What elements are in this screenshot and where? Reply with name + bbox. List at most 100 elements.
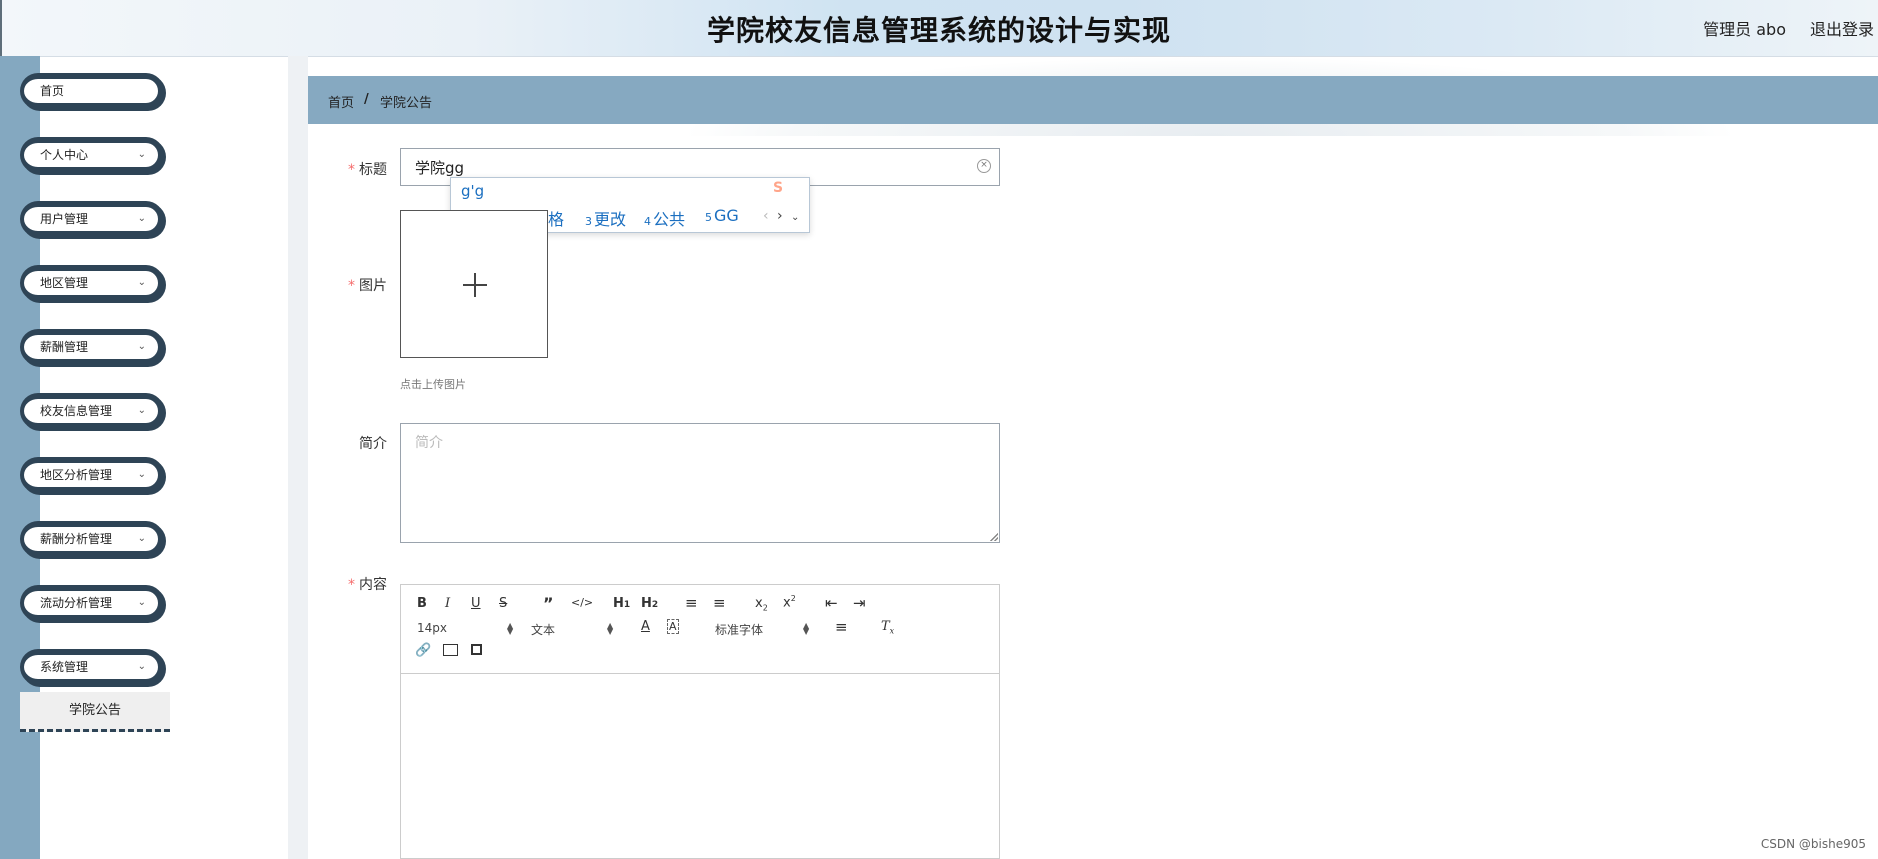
chevron-down-icon: ⌄: [137, 341, 146, 352]
sidebar-item-label: 首页: [40, 84, 65, 98]
sidebar-item-label: 用户管理: [40, 212, 89, 226]
app-title: 学院校友信息管理系统的设计与实现: [706, 14, 1171, 47]
image-upload-button[interactable]: [400, 210, 548, 358]
ime-candidate-number: 5: [705, 211, 712, 224]
italic-icon[interactable]: I: [445, 596, 450, 611]
bullet-list-icon[interactable]: ≡: [713, 594, 726, 612]
chevron-down-icon: ⌄: [137, 597, 146, 608]
chevron-down-icon: ⌄: [137, 213, 146, 224]
code-block-icon[interactable]: </>: [571, 596, 593, 609]
breadcrumb: 首页 / 学院公告: [308, 76, 1878, 124]
sidebar-item-user-management[interactable]: 用户管理 ⌄: [20, 201, 164, 237]
sidebar-item-label: 个人中心: [40, 148, 89, 162]
sidebar-item-label: 流动分析管理: [40, 596, 113, 610]
sidebar-item-salary-analysis[interactable]: 薪酬分析管理 ⌄: [20, 521, 164, 557]
header: 学院校友信息管理系统的设计与实现 管理员 abo 退出登录: [0, 0, 1878, 57]
breadcrumb-home[interactable]: 首页: [328, 92, 354, 111]
ordered-list-icon[interactable]: ≡: [685, 594, 698, 612]
sidebar-item-personal-center[interactable]: 个人中心 ⌄: [20, 137, 164, 173]
image-label-text: 图片: [359, 278, 387, 294]
video-insert-icon[interactable]: [471, 644, 482, 655]
heading1-icon[interactable]: H1: [613, 596, 630, 611]
ime-candidate-text: 公共: [653, 210, 686, 229]
background-color-icon[interactable]: A: [667, 619, 679, 634]
font-size-select[interactable]: 14px ▲ ▼: [417, 621, 513, 636]
font-size-value: 14px: [417, 621, 447, 635]
font-color-icon[interactable]: A: [641, 619, 650, 634]
upload-hint: 点击上传图片: [400, 378, 466, 391]
breadcrumb-current: 学院公告: [380, 96, 433, 111]
align-icon[interactable]: ≡: [835, 618, 848, 636]
required-mark: *: [348, 162, 355, 178]
strikethrough-icon[interactable]: S: [499, 596, 507, 611]
content-divider: [288, 56, 308, 859]
clear-icon[interactable]: ×: [977, 159, 991, 173]
chevron-down-icon: ⌄: [137, 405, 146, 416]
sidebar-subitem-college-notice[interactable]: 学院公告: [20, 692, 170, 732]
plus-icon: [474, 273, 476, 297]
logout-link[interactable]: 退出登录: [1810, 16, 1874, 40]
paragraph-value: 文本: [531, 623, 556, 637]
chevron-down-icon: ⌄: [137, 277, 146, 288]
sidebar-item-salary-management[interactable]: 薪酬管理 ⌄: [20, 329, 164, 365]
current-user: 管理员 abo: [1703, 20, 1786, 39]
bold-icon[interactable]: B: [417, 596, 427, 611]
sidebar-item-label: 地区分析管理: [40, 468, 113, 482]
content-label-text: 内容: [359, 577, 387, 593]
link-icon[interactable]: 🔗: [415, 643, 431, 658]
ime-pinyin: g'g: [461, 182, 485, 200]
sidebar-item-system-management[interactable]: 系统管理 ⌄: [20, 649, 164, 685]
ime-candidate[interactable]: 3 更改: [585, 206, 626, 230]
select-arrows-icon: ▲ ▼: [507, 621, 514, 636]
ime-candidate[interactable]: 4 公共: [644, 206, 685, 230]
title-label: * 标题: [348, 159, 387, 179]
paragraph-select[interactable]: 文本 ▲ ▼: [531, 621, 614, 638]
sidebar-item-home[interactable]: 首页: [20, 73, 164, 109]
intro-label: 简介: [359, 436, 387, 452]
indent-icon[interactable]: ⇥: [853, 594, 866, 612]
blockquote-icon[interactable]: ”: [543, 594, 554, 613]
rich-text-editor: B I U S ” </> H1 H2 ≡ ≡ x2 x2 ⇤ ⇥ 14px ▲ ▼…: [400, 584, 1000, 859]
clear-format-icon[interactable]: Tx: [881, 619, 894, 636]
chevron-down-icon: ⌄: [137, 469, 146, 480]
chevron-down-icon: ⌄: [137, 533, 146, 544]
intro-textarea[interactable]: 简介: [400, 423, 1000, 543]
sidebar-item-alumni-info[interactable]: 校友信息管理 ⌄: [20, 393, 164, 429]
outdent-icon[interactable]: ⇤: [825, 594, 838, 612]
sidebar-item-region-analysis[interactable]: 地区分析管理 ⌄: [20, 457, 164, 493]
ime-candidate[interactable]: 5 GG: [705, 206, 739, 225]
ime-next-icon[interactable]: ›: [777, 208, 783, 224]
heading2-icon[interactable]: H2: [641, 596, 658, 611]
select-arrows-icon: ▲ ▼: [607, 621, 614, 636]
content-label: * 内容: [348, 574, 387, 594]
sidebar-item-mobility-analysis[interactable]: 流动分析管理 ⌄: [20, 585, 164, 621]
sidebar: 首页 个人中心 ⌄ 用户管理 ⌄ 地区管理 ⌄ 薪酬管理 ⌄ 校友信息管理 ⌄ …: [0, 56, 288, 859]
image-insert-icon[interactable]: [443, 644, 458, 656]
ime-candidate-text: GG: [714, 206, 739, 225]
watermark: CSDN @bishe905: [1760, 837, 1866, 851]
ime-candidate-text: 更改: [594, 210, 627, 229]
sidebar-item-label: 薪酬管理: [40, 340, 89, 354]
sidebar-item-label: 地区管理: [40, 276, 89, 290]
sidebar-item-region-management[interactable]: 地区管理 ⌄: [20, 265, 164, 301]
ime-expand-icon[interactable]: ⌄: [791, 212, 799, 223]
sidebar-item-label: 薪酬分析管理: [40, 532, 113, 546]
superscript-icon[interactable]: x2: [783, 594, 796, 610]
font-family-select[interactable]: 标准字体 ▲ ▼: [715, 621, 809, 638]
ime-logo-icon: S: [773, 180, 784, 196]
chevron-down-icon: ⌄: [137, 661, 146, 672]
ime-candidate-number: 3: [585, 215, 592, 228]
title-label-text: 标题: [359, 162, 387, 178]
required-mark: *: [348, 278, 355, 294]
breadcrumb-separator: /: [364, 92, 369, 107]
chevron-down-icon: ⌄: [137, 149, 146, 160]
image-label: * 图片: [348, 275, 387, 295]
sidebar-item-label: 校友信息管理: [40, 404, 113, 418]
resize-handle[interactable]: [990, 533, 998, 541]
editor-toolbar: B I U S ” </> H1 H2 ≡ ≡ x2 x2 ⇤ ⇥ 14px ▲ ▼…: [401, 585, 999, 674]
required-mark: *: [348, 577, 355, 593]
font-family-value: 标准字体: [715, 623, 764, 637]
underline-icon[interactable]: U: [471, 596, 481, 611]
ime-prev-icon[interactable]: ‹: [763, 208, 769, 224]
subscript-icon[interactable]: x2: [755, 596, 768, 613]
